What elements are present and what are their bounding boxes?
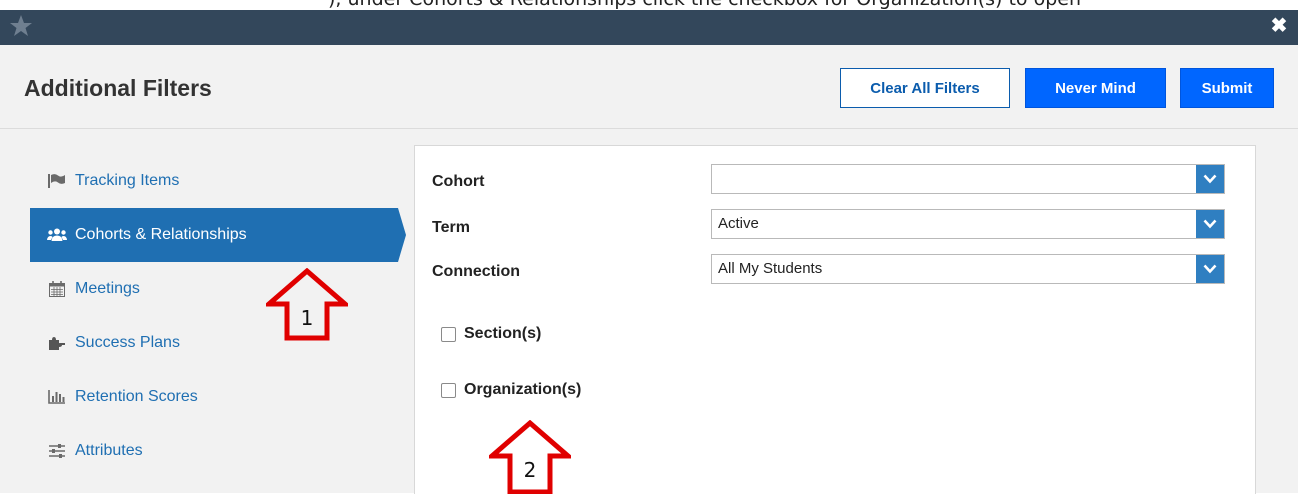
callout-arrow-2: 2 [485, 419, 575, 495]
sections-checkbox[interactable] [441, 326, 456, 342]
term-select[interactable]: Active [711, 209, 1225, 239]
sidebar-item-label: Attributes [75, 442, 143, 459]
caption-text: ), under Cohorts & Relationships click t… [328, 0, 1081, 10]
app-logo-icon [10, 15, 32, 36]
sidebar-item-label: Success Plans [75, 334, 180, 351]
calendar-icon [47, 279, 67, 299]
up-arrow-icon [262, 267, 352, 341]
term-select-value: Active [718, 215, 759, 232]
modal-titlebar: ✖ [0, 10, 1298, 45]
users-icon [47, 225, 67, 245]
modal-header: Additional Filters Clear All Filters Nev… [0, 45, 1298, 129]
callout-number: 2 [523, 458, 537, 482]
connection-select[interactable]: All My Students [711, 254, 1225, 284]
submit-button[interactable]: Submit [1180, 68, 1274, 108]
sidebar-item-tracking-items[interactable]: Tracking Items [30, 154, 398, 208]
sidebar-item-label: Tracking Items [75, 172, 180, 189]
bar-chart-icon [47, 387, 67, 407]
sidebar-item-retention-scores[interactable]: Retention Scores [30, 370, 398, 424]
sections-checkbox-row[interactable]: Section(s) [441, 325, 541, 343]
chevron-down-icon[interactable] [1196, 255, 1224, 283]
chevron-down-icon[interactable] [1196, 165, 1224, 193]
flag-icon [47, 171, 67, 191]
cohort-label: Cohort [432, 173, 485, 190]
term-label: Term [432, 219, 470, 236]
callout-arrow-1: 1 [262, 267, 352, 342]
clear-all-filters-button[interactable]: Clear All Filters [840, 68, 1010, 108]
sidebar-item-label: Retention Scores [75, 388, 198, 405]
organizations-checkbox-label: Organization(s) [464, 381, 582, 398]
cohort-select[interactable] [711, 164, 1225, 194]
modal-body: Tracking Items Cohorts & Relationships M… [0, 129, 1298, 494]
sidebar-item-label: Cohorts & Relationships [75, 226, 247, 243]
sidebar-item-attributes[interactable]: Attributes [30, 424, 398, 478]
sliders-icon [47, 441, 67, 461]
up-arrow-icon [485, 419, 575, 495]
page-title: Additional Filters [24, 75, 212, 101]
organizations-checkbox-row[interactable]: Organization(s) [441, 381, 581, 399]
organizations-checkbox[interactable] [441, 382, 456, 398]
connection-label: Connection [432, 263, 520, 280]
sections-checkbox-label: Section(s) [464, 325, 542, 342]
connection-select-value: All My Students [718, 260, 823, 277]
never-mind-button[interactable]: Never Mind [1025, 68, 1166, 108]
tutorial-caption: ), under Cohorts & Relationships click t… [0, 0, 1298, 10]
sidebar-item-cohorts-relationships[interactable]: Cohorts & Relationships [30, 208, 406, 262]
sidebar-item-label: Meetings [75, 280, 140, 297]
puzzle-icon [47, 333, 67, 353]
filter-category-sidebar: Tracking Items Cohorts & Relationships M… [30, 129, 410, 493]
callout-number: 1 [300, 306, 314, 330]
chevron-down-icon[interactable] [1196, 210, 1224, 238]
close-icon[interactable]: ✖ [1270, 15, 1288, 37]
